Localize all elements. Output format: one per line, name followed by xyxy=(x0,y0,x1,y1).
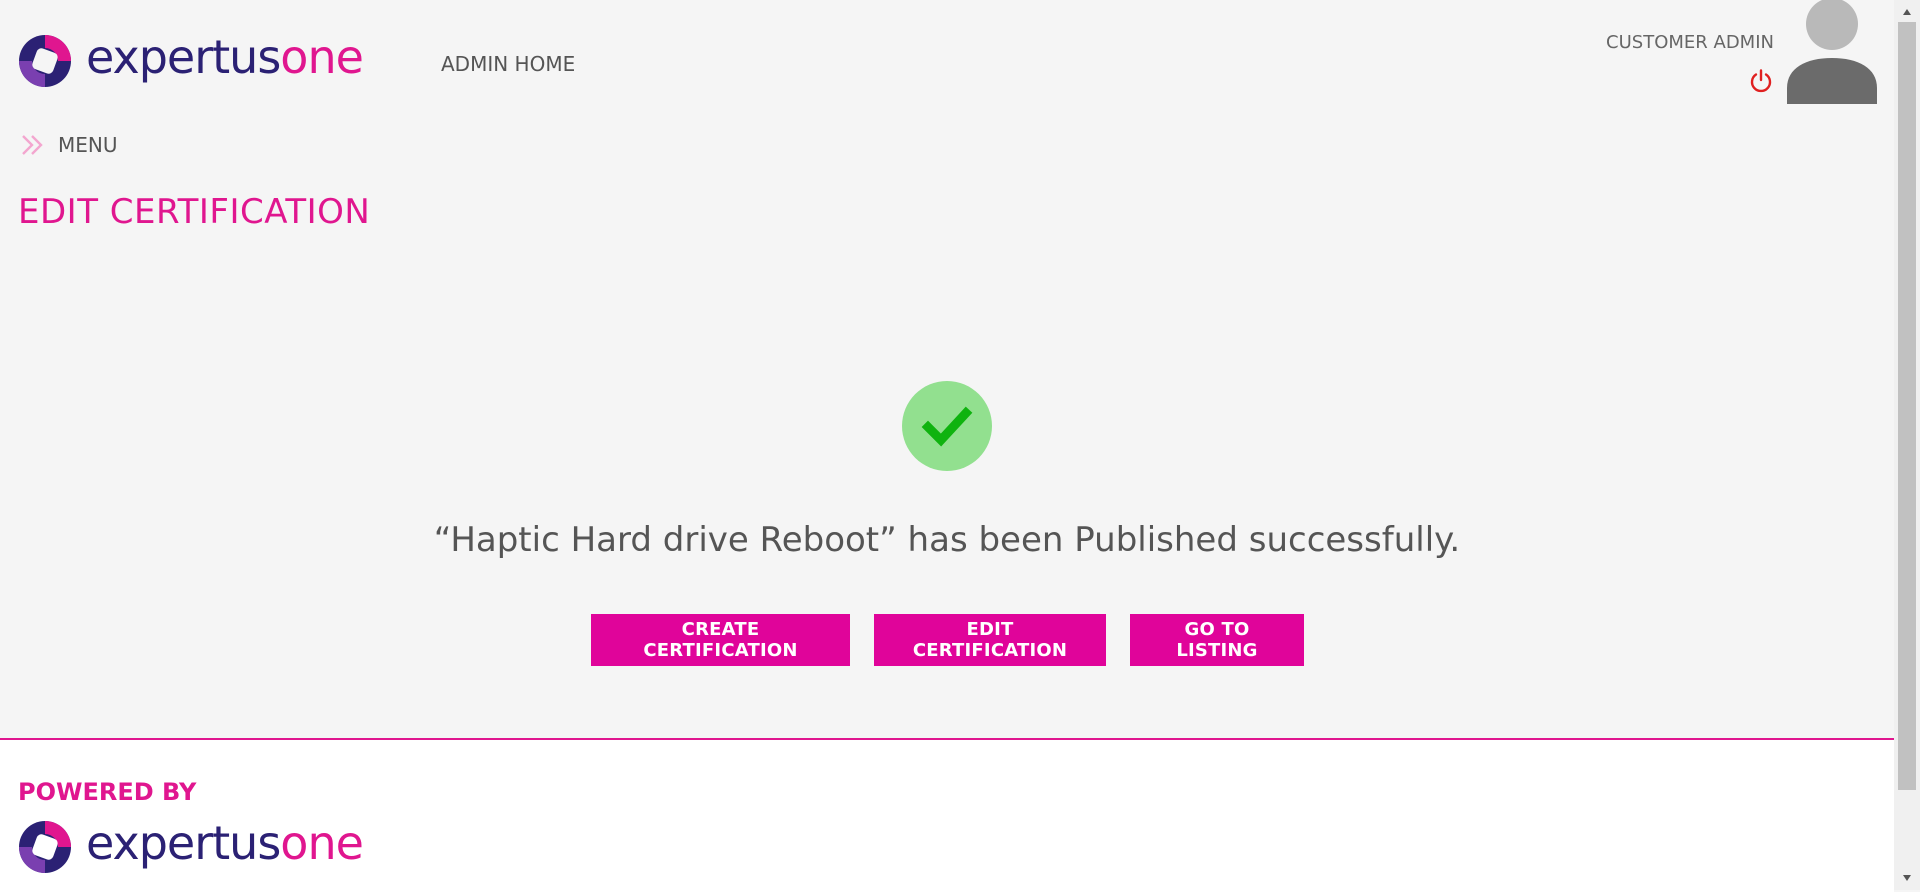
go-to-listing-button[interactable]: GO TO LISTING xyxy=(1130,614,1304,666)
footer-logo: expertusone xyxy=(18,820,364,874)
brand-wordmark: expertusone xyxy=(86,820,364,866)
check-circle-icon xyxy=(902,381,992,471)
scroll-up-icon[interactable] xyxy=(1894,2,1920,22)
edit-certification-button[interactable]: EDIT CERTIFICATION xyxy=(874,614,1106,666)
avatar-icon[interactable] xyxy=(1786,0,1878,104)
brand-wordmark-part1: expertus xyxy=(86,816,281,870)
page-title: EDIT CERTIFICATION xyxy=(18,192,371,232)
user-role-label: CUSTOMER ADMIN xyxy=(1606,32,1774,53)
power-icon[interactable] xyxy=(1748,68,1774,94)
brand-wordmark-part2: one xyxy=(280,30,364,84)
footer: POWERED BY expertusone xyxy=(0,738,1894,892)
header-logo[interactable]: expertusone xyxy=(18,34,364,88)
brand-wordmark-part1: expertus xyxy=(86,30,281,84)
menu-toggle[interactable]: MENU xyxy=(20,132,118,158)
create-certification-button[interactable]: CREATE CERTIFICATION xyxy=(591,614,850,666)
double-chevron-right-icon xyxy=(22,135,43,155)
vertical-scrollbar[interactable] xyxy=(1894,0,1920,890)
powered-by-label: POWERED BY xyxy=(18,778,197,806)
logo-mark-icon xyxy=(19,821,71,873)
scrollbar-thumb[interactable] xyxy=(1898,22,1916,790)
brand-wordmark: expertusone xyxy=(86,34,364,80)
admin-home-link[interactable]: ADMIN HOME xyxy=(441,52,575,76)
logo-mark-icon xyxy=(19,35,71,87)
page: expertusone ADMIN HOME CUSTOMER ADMIN ME… xyxy=(0,0,1894,892)
menu-label: MENU xyxy=(58,133,118,157)
scroll-down-icon[interactable] xyxy=(1894,868,1920,888)
brand-wordmark-part2: one xyxy=(280,816,364,870)
action-buttons: CREATE CERTIFICATION EDIT CERTIFICATION … xyxy=(591,614,1304,666)
success-message: “Haptic Hard drive Reboot” has been Publ… xyxy=(433,520,1461,560)
